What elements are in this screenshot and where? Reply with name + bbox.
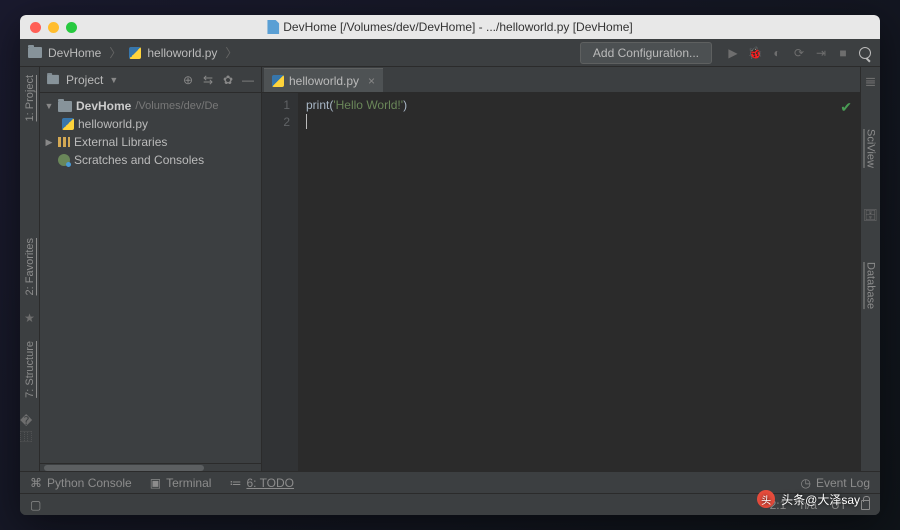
console-label: Python Console bbox=[47, 476, 132, 490]
todo-button[interactable]: ≔ 6: TODO bbox=[229, 476, 294, 490]
bottom-tool-strip: ⌘ Python Console ▣ Terminal ≔ 6: TODO ◷ … bbox=[20, 471, 880, 493]
editor-tab[interactable]: helloworld.py × bbox=[264, 68, 383, 92]
external-label: External Libraries bbox=[74, 135, 167, 149]
terminal-button[interactable]: ▣ Terminal bbox=[150, 476, 212, 490]
code-token: print bbox=[306, 98, 329, 112]
run-icon[interactable]: ▶ bbox=[726, 46, 740, 60]
folder-icon bbox=[47, 75, 59, 84]
minimize-window-icon[interactable] bbox=[48, 22, 59, 33]
chevron-right-icon: 〉 bbox=[225, 44, 237, 61]
tree-external-libraries[interactable]: ▶ External Libraries bbox=[40, 133, 261, 151]
caret-position[interactable]: 2:1 bbox=[770, 498, 787, 512]
tree-file[interactable]: helloworld.py bbox=[40, 115, 261, 133]
line-number: 1 bbox=[262, 97, 290, 114]
locate-icon[interactable]: ⊕ bbox=[181, 73, 195, 87]
structure-icon: �⿲ bbox=[20, 414, 39, 445]
star-icon: ★ bbox=[24, 311, 35, 325]
horizontal-scrollbar[interactable] bbox=[40, 463, 261, 471]
scratches-label: Scratches and Consoles bbox=[74, 153, 204, 167]
folder-icon bbox=[28, 47, 42, 58]
profile-icon[interactable]: ⟳ bbox=[792, 46, 806, 60]
file-label: helloworld.py bbox=[78, 117, 148, 131]
maximize-window-icon[interactable] bbox=[66, 22, 77, 33]
project-view-label[interactable]: Project bbox=[66, 73, 103, 87]
right-tool-strip: 𝌆 SciView 🗄 Database bbox=[860, 67, 880, 471]
line-gutter: 1 2 bbox=[262, 93, 298, 471]
close-icon[interactable]: × bbox=[368, 74, 375, 88]
breadcrumb-root[interactable]: DevHome bbox=[48, 46, 101, 60]
breadcrumb-file[interactable]: helloworld.py bbox=[147, 46, 217, 60]
favorites-tool-button[interactable]: 2: Favorites bbox=[24, 238, 36, 295]
python-console-button[interactable]: ⌘ Python Console bbox=[30, 476, 132, 490]
root-path: /Volumes/dev/De bbox=[135, 100, 218, 112]
inspection-ok-icon[interactable]: ✔ bbox=[840, 99, 852, 116]
code-editor[interactable]: 1 2 print('Hello World!') ✔ bbox=[262, 93, 860, 471]
database-icon: 🗄 bbox=[863, 208, 878, 222]
project-tool-button[interactable]: 1: Project bbox=[24, 75, 36, 121]
library-icon bbox=[58, 137, 70, 147]
todo-label: 6: TODO bbox=[246, 476, 294, 490]
event-log-icon: ◷ bbox=[800, 476, 810, 490]
sciview-icon: 𝌆 bbox=[865, 75, 876, 89]
expand-icon[interactable]: ⇆ bbox=[201, 73, 215, 87]
event-log-button[interactable]: ◷ Event Log bbox=[800, 476, 870, 490]
chevron-right-icon: 〉 bbox=[109, 44, 121, 61]
code-token: ) bbox=[403, 98, 407, 112]
terminal-label: Terminal bbox=[166, 476, 211, 490]
python-file-icon bbox=[267, 20, 279, 34]
python-icon bbox=[62, 118, 74, 130]
console-icon: ⌘ bbox=[30, 476, 42, 490]
gear-icon[interactable]: ✿ bbox=[221, 73, 235, 87]
line-number: 2 bbox=[262, 114, 290, 131]
tree-root[interactable]: ▼ DevHome /Volumes/dev/De bbox=[40, 97, 261, 115]
todo-icon: ≔ bbox=[229, 476, 241, 490]
search-icon[interactable] bbox=[858, 46, 872, 60]
tool-window-icon[interactable]: ▢ bbox=[30, 498, 41, 512]
editor-tabs: helloworld.py × bbox=[262, 67, 860, 93]
database-tool-button[interactable]: Database bbox=[865, 262, 877, 309]
debug-icon[interactable]: 🐞 bbox=[748, 46, 762, 60]
tab-label: helloworld.py bbox=[289, 74, 359, 88]
titlebar: DevHome [/Volumes/dev/DevHome] - .../hel… bbox=[20, 15, 880, 39]
text-cursor bbox=[306, 114, 307, 129]
chevron-down-icon[interactable]: ▼ bbox=[44, 101, 54, 111]
attach-icon[interactable]: ⇥ bbox=[814, 46, 828, 60]
encoding[interactable]: UT bbox=[831, 498, 847, 512]
stop-icon[interactable]: ■ bbox=[836, 46, 850, 60]
tree-scratches[interactable]: Scratches and Consoles bbox=[40, 151, 261, 169]
structure-tool-button[interactable]: 7: Structure bbox=[24, 341, 36, 398]
navigation-bar: DevHome 〉 helloworld.py 〉 Add Configurat… bbox=[20, 39, 880, 67]
window-title: DevHome [/Volumes/dev/DevHome] - .../hel… bbox=[267, 20, 632, 34]
project-sidebar: Project ▼ ⊕ ⇆ ✿ — ▼ DevHome /Volumes/dev… bbox=[40, 67, 262, 471]
code-token: 'Hello World!' bbox=[333, 98, 403, 112]
lock-icon[interactable] bbox=[861, 500, 870, 510]
root-name: DevHome bbox=[76, 99, 131, 113]
scratches-icon bbox=[58, 154, 70, 166]
code-content[interactable]: print('Hello World!') bbox=[298, 93, 860, 471]
chevron-right-icon[interactable]: ▶ bbox=[44, 137, 54, 148]
left-tool-strip: 1: Project 2: Favorites ★ 7: Structure �… bbox=[20, 67, 40, 471]
python-icon bbox=[272, 75, 284, 87]
close-window-icon[interactable] bbox=[30, 22, 41, 33]
event-log-label: Event Log bbox=[816, 476, 870, 490]
python-icon bbox=[129, 47, 141, 59]
window-title-text: DevHome [/Volumes/dev/DevHome] - .../hel… bbox=[283, 20, 632, 34]
coverage-icon[interactable]: ◐ bbox=[770, 46, 784, 60]
insert-mode[interactable]: n/a bbox=[800, 498, 817, 512]
dropdown-icon[interactable]: ▼ bbox=[109, 75, 118, 85]
folder-icon bbox=[58, 101, 72, 112]
terminal-icon: ▣ bbox=[150, 476, 161, 490]
add-configuration-button[interactable]: Add Configuration... bbox=[580, 42, 712, 64]
sciview-tool-button[interactable]: SciView bbox=[865, 129, 877, 168]
status-bar: ▢ 2:1 n/a UT bbox=[20, 493, 880, 515]
hide-icon[interactable]: — bbox=[241, 73, 255, 87]
